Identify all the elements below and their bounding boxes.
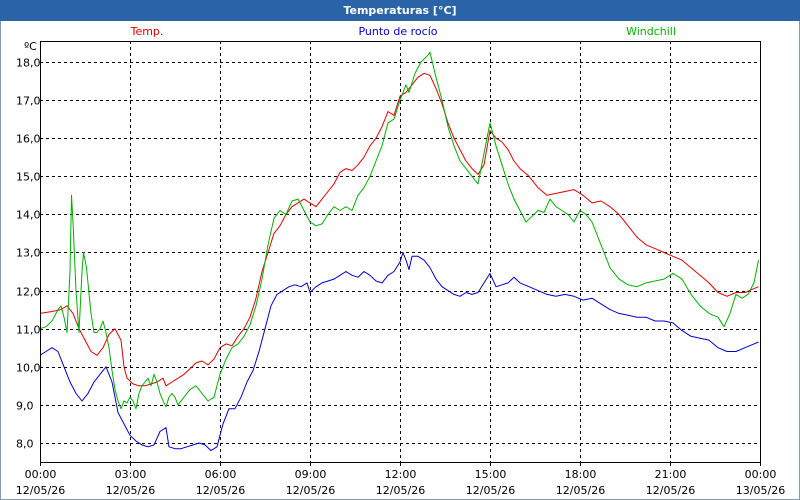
x-tick-time-label: 18:00: [565, 468, 597, 481]
x-tick-date-label: 12/05/26: [106, 484, 155, 497]
x-tick-time-label: 06:00: [205, 468, 237, 481]
legend-entry-2: Windchill: [626, 25, 676, 38]
grid-lines: [40, 41, 760, 462]
y-tick-label: 8,0: [16, 438, 34, 451]
y-tick-label: 15,0: [16, 171, 41, 184]
x-tick-time-label: 03:00: [115, 468, 147, 481]
legend-entry-0: Temp.: [130, 25, 164, 38]
legend: Temp. Punto de rocío Windchill: [130, 25, 676, 38]
x-tick-time-label: 00:00: [25, 468, 57, 481]
series-line-0: [39, 72, 759, 387]
x-tick-date-label: 12/05/26: [466, 484, 515, 497]
y-tick-label: 10,0: [16, 362, 41, 375]
series-line-2: [39, 51, 759, 410]
y-tick-label: 9,0: [16, 400, 34, 413]
y-tick-label: 14,0: [16, 209, 41, 222]
legend-entry-1: Punto de rocío: [358, 25, 437, 38]
y-unit-label: ºC: [24, 40, 37, 53]
x-tick-time-label: 00:00: [745, 468, 777, 481]
y-tick-label: 12,0: [16, 286, 41, 299]
y-tick-label: 17,0: [16, 95, 41, 108]
x-tick-date-label: 12/05/26: [16, 484, 65, 497]
x-tick-time-label: 09:00: [295, 468, 327, 481]
x-tick-date-label: 12/05/26: [376, 484, 425, 497]
x-tick-date-label: 12/05/26: [646, 484, 695, 497]
y-tick-label: 13,0: [16, 247, 41, 260]
temperature-chart: 8,0 9,0 10,0 11,0 12,0 13,0 14,0 15,0 16,0 17,0 18…: [16, 25, 785, 497]
x-tick-time-label: 15:00: [475, 468, 507, 481]
y-tick-label: 11,0: [16, 324, 41, 337]
y-tick-label: 16,0: [16, 133, 41, 146]
y-tick-label: 18,0: [16, 57, 41, 70]
x-tick-date-label: 12/05/26: [196, 484, 245, 497]
series-lines: [39, 51, 759, 452]
x-tick-date-label: 13/05/26: [736, 484, 785, 497]
x-tick-date-label: 12/05/26: [286, 484, 335, 497]
x-tick-date-label: 12/05/26: [556, 484, 605, 497]
x-tick-time-label: 12:00: [385, 468, 417, 481]
x-tick-time-label: 21:00: [655, 468, 687, 481]
